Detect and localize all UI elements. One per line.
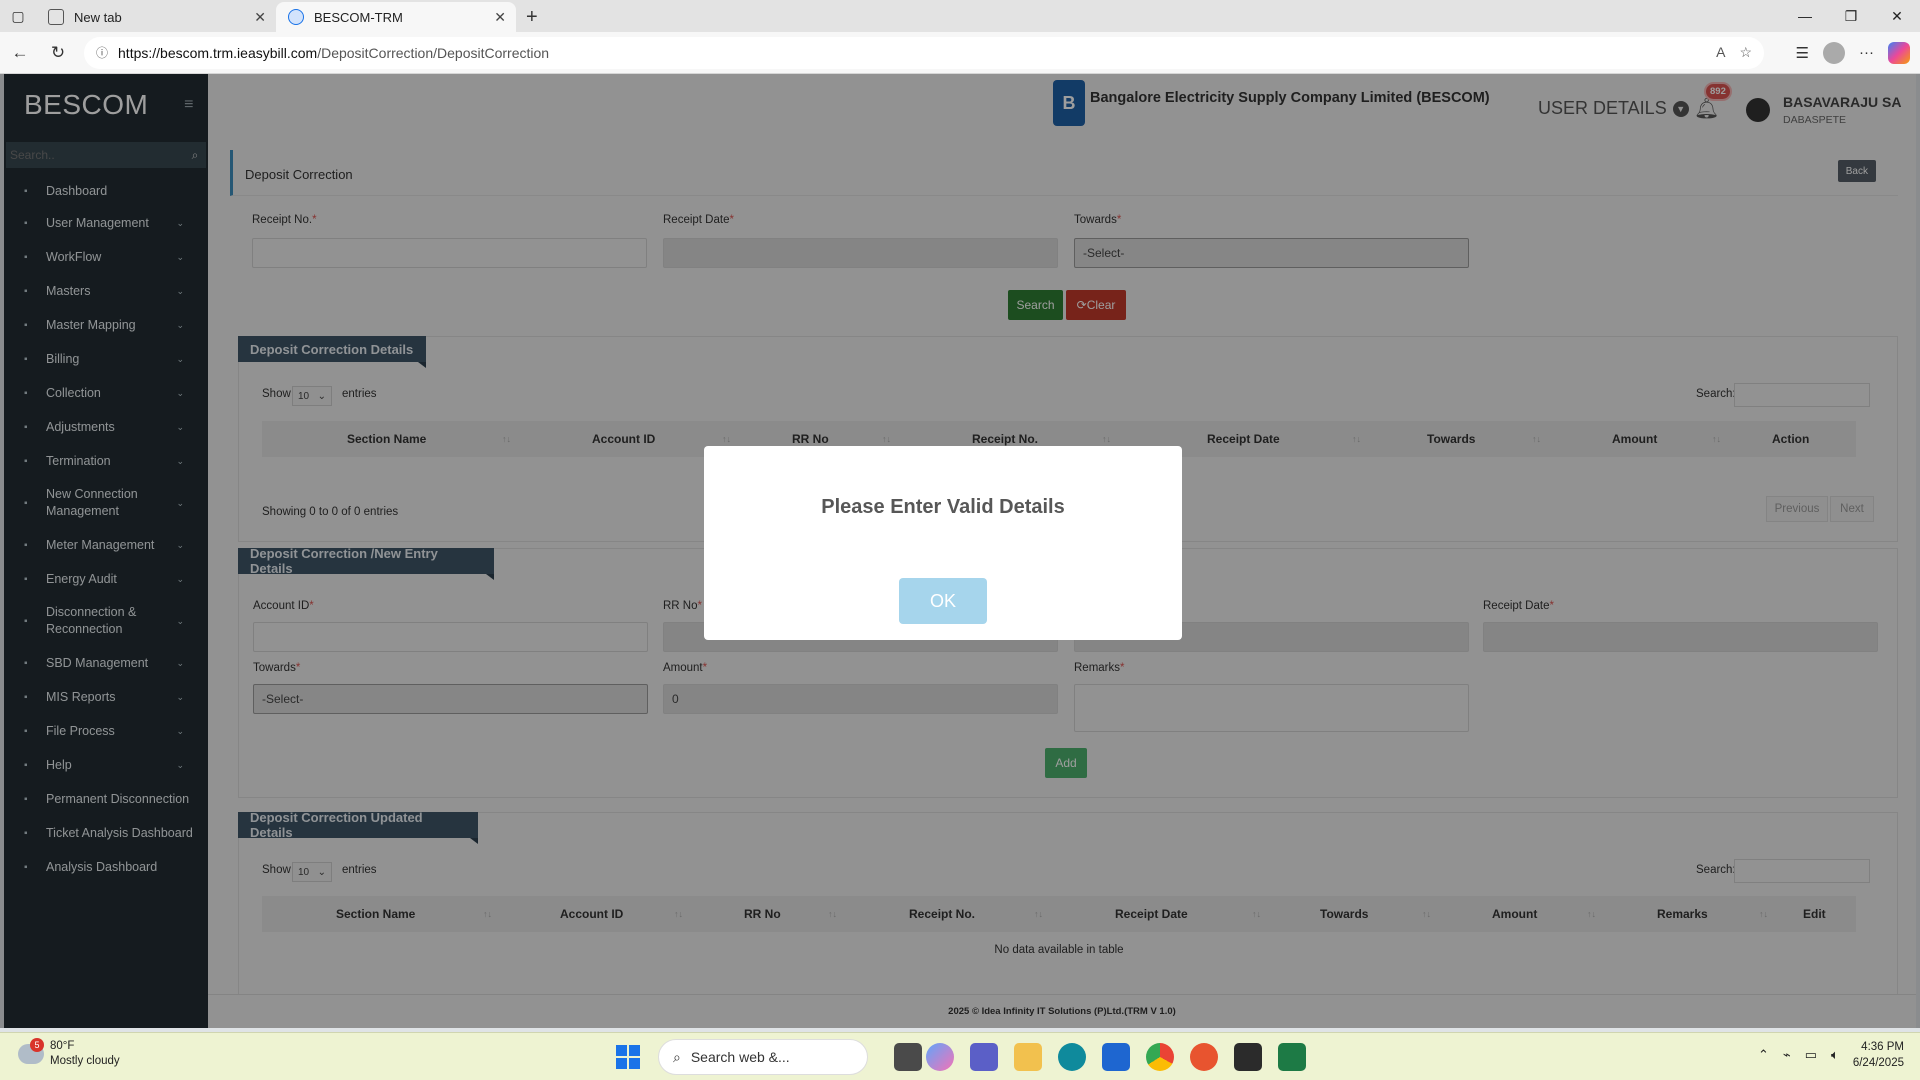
chrome-icon[interactable]: [1146, 1043, 1174, 1071]
alert-message: Please Enter Valid Details: [821, 496, 1065, 518]
task-view-icon[interactable]: [894, 1043, 922, 1071]
system-tray: ⌃ ⌁ ▭ 🔈︎ 4:36 PM 6/24/2025: [1758, 1039, 1904, 1071]
sticky-notes-icon[interactable]: [1234, 1043, 1262, 1071]
date: 6/24/2025: [1852, 1057, 1904, 1069]
restore-icon[interactable]: ❐: [1828, 0, 1874, 32]
tab-actions-icon[interactable]: ▢: [0, 0, 36, 32]
cloud-icon: 5: [18, 1038, 44, 1064]
file-explorer-icon[interactable]: [1014, 1043, 1042, 1071]
copilot-app-icon[interactable]: [926, 1043, 954, 1071]
app-icon[interactable]: [1190, 1043, 1218, 1071]
back-arrow-icon[interactable]: ←: [2, 35, 38, 71]
browser-tab-bar: ▢ New tab ✕ BESCOM-TRM ✕ + — ❐ ✕: [0, 0, 1920, 32]
volume-icon[interactable]: 🔈︎: [1831, 1047, 1839, 1063]
chevron-up-icon[interactable]: ⌃: [1758, 1047, 1769, 1063]
address-bar: ← ↻ ⓘ https://bescom.trm.ieasybill.com/D…: [0, 32, 1920, 74]
windows-taskbar: 5 80°F Mostly cloudy ⌕ Search web &... ⌃…: [0, 1032, 1920, 1080]
tab-bescom-trm[interactable]: BESCOM-TRM ✕: [276, 2, 516, 32]
favorite-star-icon[interactable]: ☆: [1739, 44, 1752, 61]
url-field[interactable]: ⓘ https://bescom.trm.ieasybill.com/Depos…: [84, 36, 1764, 69]
excel-icon[interactable]: [1278, 1043, 1306, 1071]
new-tab-plus-icon[interactable]: +: [526, 2, 538, 32]
weather-condition: Mostly cloudy: [50, 1055, 120, 1067]
copilot-icon[interactable]: [1888, 41, 1910, 64]
reload-icon[interactable]: ↻: [40, 35, 76, 71]
tab-label: BESCOM-TRM: [314, 9, 403, 25]
clock[interactable]: 4:36 PM 6/24/2025: [1853, 1039, 1904, 1071]
windows-start-icon[interactable]: [616, 1045, 640, 1069]
profile-icon[interactable]: [1823, 41, 1845, 64]
temperature: 80°F: [50, 1040, 75, 1052]
ok-button[interactable]: OK: [899, 578, 987, 624]
site-info-icon[interactable]: ⓘ: [96, 44, 108, 61]
bescom-favicon-icon: [288, 9, 304, 25]
store-icon[interactable]: [1102, 1043, 1130, 1071]
close-tab-icon[interactable]: ✕: [254, 9, 266, 26]
search-icon: ⌕: [673, 1048, 681, 1065]
more-options-icon[interactable]: ···: [1859, 44, 1874, 61]
url-path: /DepositCorrection/DepositCorrection: [317, 44, 550, 61]
edge-icon[interactable]: [1058, 1043, 1086, 1071]
network-icon[interactable]: ⌁: [1783, 1047, 1791, 1063]
taskbar-search-text: Search web &...: [690, 1049, 790, 1065]
favorites-icon[interactable]: ☰: [1796, 44, 1809, 62]
alert-dialog: Please Enter Valid Details OK: [704, 446, 1182, 640]
teams-icon[interactable]: [970, 1043, 998, 1071]
close-tab-icon[interactable]: ✕: [494, 9, 506, 26]
url-host: https://bescom.trm.ieasybill.com: [118, 44, 318, 61]
taskbar-search[interactable]: ⌕ Search web &...: [658, 1039, 868, 1075]
tab-new-tab[interactable]: New tab ✕: [36, 2, 276, 32]
new-tab-favicon-icon: [48, 9, 64, 25]
tab-label: New tab: [74, 9, 122, 25]
read-aloud-icon[interactable]: A: [1716, 44, 1725, 61]
time: 4:36 PM: [1861, 1041, 1904, 1053]
display-icon[interactable]: ▭: [1805, 1047, 1817, 1063]
weather-widget[interactable]: 5 80°F Mostly cloudy: [18, 1038, 120, 1069]
weather-badge: 5: [30, 1038, 44, 1052]
close-window-icon[interactable]: ✕: [1874, 0, 1920, 32]
minimize-icon[interactable]: —: [1782, 0, 1828, 32]
window-controls: — ❐ ✕: [1782, 0, 1920, 32]
